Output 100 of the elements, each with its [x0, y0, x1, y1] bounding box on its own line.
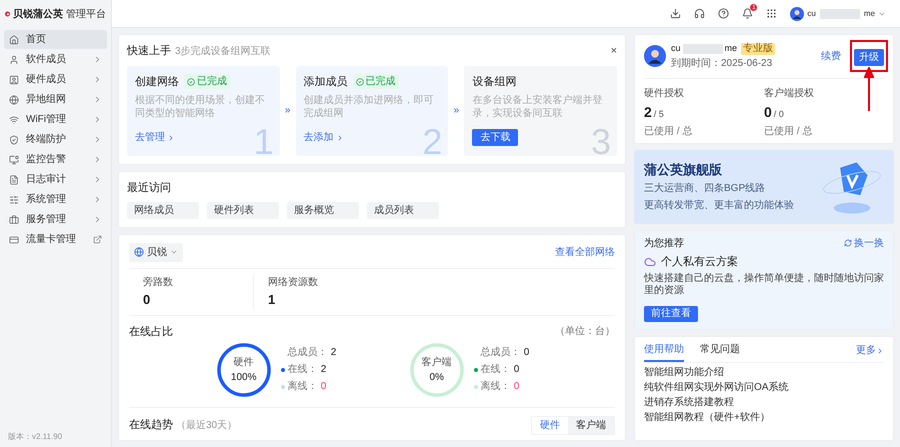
- help-article-link[interactable]: 纯软件组网实现外网访问OA系统: [644, 382, 884, 394]
- help-article-link[interactable]: 智能组网教程（硬件+软件）: [644, 412, 884, 424]
- chevron-icon: [93, 175, 102, 184]
- help-article-link[interactable]: 智能组网功能介绍: [644, 367, 884, 379]
- legend-label: 在线：: [480, 362, 511, 377]
- globe-icon: [134, 247, 144, 257]
- sidebar-item[interactable]: 终端防护: [4, 130, 107, 149]
- username: me: [724, 42, 738, 55]
- sidebar-item[interactable]: 日志审计: [4, 170, 107, 189]
- username: me: [864, 8, 875, 20]
- sidebar-item[interactable]: WiFi管理: [4, 110, 107, 129]
- completed-badge: 已完成: [184, 74, 230, 90]
- refresh-icon: [844, 239, 852, 247]
- legend-label: 总成员：: [288, 346, 328, 360]
- menu-icon: [9, 54, 19, 64]
- card-title: 最近访问: [127, 180, 172, 196]
- upgrade-button[interactable]: 升级: [854, 49, 884, 66]
- menu-icon: [9, 34, 19, 44]
- redacted-name-block: [820, 8, 860, 18]
- avatar-icon: [644, 45, 666, 68]
- sidebar-item[interactable]: 系统管理: [4, 190, 107, 209]
- recent-shortcut[interactable]: 成员列表: [367, 202, 439, 218]
- plan-badge: 专业版: [741, 42, 776, 55]
- chevron-icon: [93, 115, 102, 124]
- help-tab[interactable]: 使用帮助: [644, 342, 684, 362]
- chevron-icon: [93, 95, 102, 104]
- help-tab[interactable]: 常见问题: [700, 342, 740, 362]
- more-link[interactable]: 更多: [856, 343, 884, 361]
- recent-shortcut[interactable]: 服务概览: [287, 202, 359, 218]
- legend-value: 0: [320, 380, 326, 394]
- refresh-link[interactable]: 换一换: [844, 236, 884, 250]
- username: cu: [807, 8, 816, 20]
- trend-tab[interactable]: 客户端: [568, 416, 614, 434]
- legend-value: 2: [320, 363, 326, 377]
- donut-label: 硬件: [234, 356, 254, 370]
- product-title: 个人私有云方案: [661, 254, 738, 270]
- close-button[interactable]: ×: [610, 46, 617, 57]
- view-all-link[interactable]: 查看全部网络: [555, 244, 615, 260]
- sidebar-item[interactable]: 软件成员: [4, 50, 107, 69]
- menu-icon: [9, 74, 19, 84]
- sidebar-item[interactable]: 流量卡管理: [4, 230, 107, 249]
- notification-bell-icon[interactable]: [742, 8, 754, 19]
- sidebar-item[interactable]: 服务管理: [4, 210, 107, 229]
- license-used: 2: [644, 102, 652, 122]
- menu-icon: [9, 234, 19, 244]
- banner-text: 三大运营商、四条BGP线路: [644, 182, 766, 196]
- completed-badge: 已完成: [352, 74, 399, 90]
- step-description: 在多台设备上安装客户端并登录，实现设备间互联: [472, 94, 604, 120]
- menu-icon: [9, 174, 19, 184]
- apps-grid-icon[interactable]: [766, 8, 778, 19]
- unit-note: （单位：台）: [555, 324, 615, 339]
- download-icon[interactable]: [670, 8, 682, 19]
- step-title: 创建网络: [135, 74, 179, 90]
- sidebar-item[interactable]: 硬件成员: [4, 70, 107, 89]
- license-total: / 5: [654, 108, 664, 120]
- card-title: 快速上手: [127, 44, 171, 59]
- range-note: （最近30天）: [176, 418, 238, 433]
- legend-label: 总成员：: [480, 346, 521, 360]
- step-title: 设备组网: [472, 74, 516, 90]
- sidebar-item[interactable]: 监控告警: [4, 150, 107, 169]
- recent-shortcut[interactable]: 硬件列表: [207, 202, 279, 218]
- brand-subtitle: 管理平台: [66, 8, 106, 22]
- menu-icon: [9, 214, 19, 224]
- stat-label: 网络资源数: [268, 276, 319, 290]
- external-link-icon: [93, 235, 102, 244]
- license-caption: 已使用 / 总: [644, 124, 694, 138]
- menu-icon: [9, 134, 19, 144]
- section-title: 在线占比: [129, 325, 173, 340]
- license-used: 0: [764, 102, 772, 122]
- download-button[interactable]: 去下载: [472, 129, 518, 146]
- recent-shortcut[interactable]: 网络成员: [127, 202, 199, 218]
- chevron-icon: [93, 55, 102, 64]
- license-total: / 0: [774, 108, 784, 120]
- headset-icon[interactable]: [694, 8, 706, 19]
- step-description: 根据不同的使用场景，创建不同类型的智能网络: [135, 94, 266, 120]
- view-button[interactable]: 前往查看: [644, 306, 698, 322]
- legend-value: 0: [514, 363, 520, 377]
- help-article-link[interactable]: 进销存系统搭建教程: [644, 397, 884, 409]
- stat-value: 1: [268, 290, 276, 308]
- chevron-icon: [93, 155, 102, 164]
- menu-icon: [9, 114, 19, 124]
- step-link[interactable]: 去管理: [135, 130, 175, 145]
- network-selector[interactable]: 贝锐: [129, 242, 183, 262]
- help-icon[interactable]: [718, 8, 730, 19]
- sidebar-item[interactable]: 异地组网: [4, 90, 107, 109]
- license-label: 硬件授权: [644, 86, 685, 100]
- chevron-icon: [93, 195, 102, 204]
- brand-name: 贝锐蒲公英: [13, 8, 63, 22]
- card-subtitle: 3步完成设备组网互联: [175, 44, 271, 59]
- license-label: 客户端授权: [764, 86, 815, 100]
- donut-label: 客户端: [422, 356, 452, 370]
- renew-link[interactable]: 续费: [821, 48, 841, 64]
- step-link[interactable]: 去添加: [304, 130, 344, 145]
- username: cu: [671, 42, 681, 55]
- promo-banner[interactable]: 蒲公英旗舰版 三大运营商、四条BGP线路 更高转发带宽、更丰富的功能体验: [634, 150, 894, 224]
- expiry-date: 到期时间：2025-06-23: [671, 56, 774, 70]
- chevron-icon: [167, 134, 175, 142]
- legend-value: 2: [330, 346, 336, 360]
- banner-title: 蒲公英旗舰版: [644, 160, 723, 179]
- sidebar-item[interactable]: 首页: [4, 30, 107, 49]
